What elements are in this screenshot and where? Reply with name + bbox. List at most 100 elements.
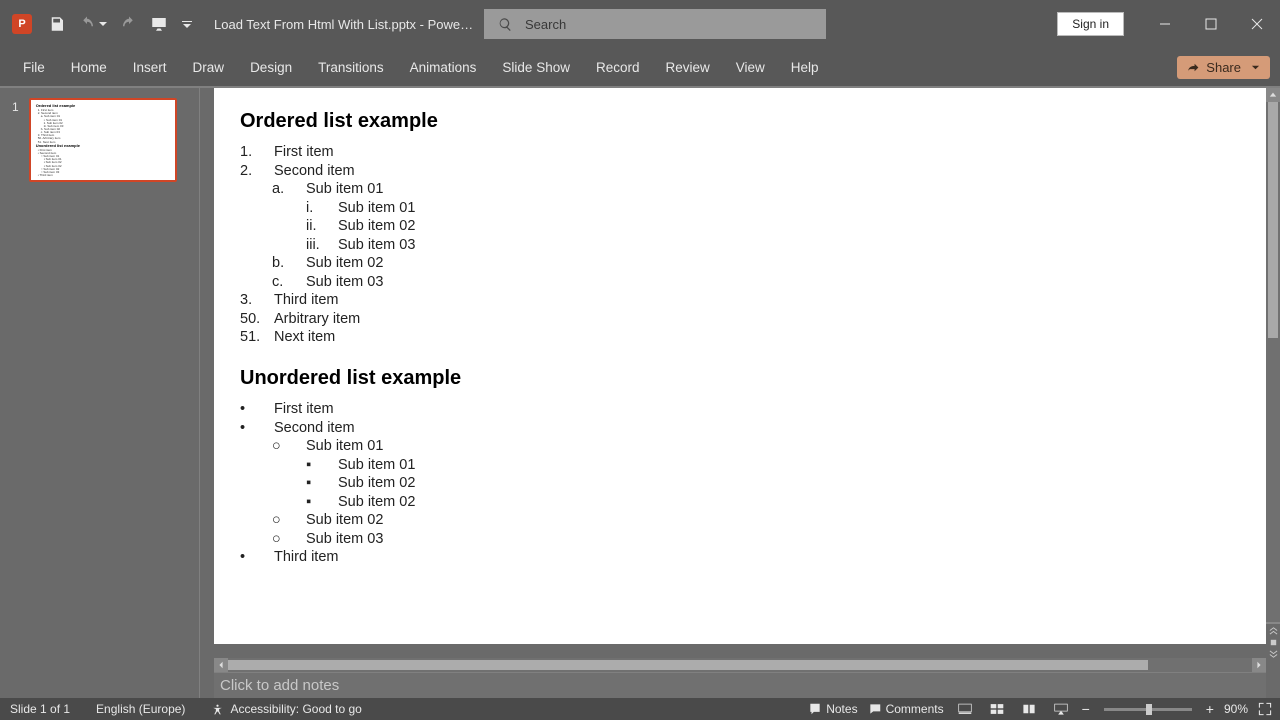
list-marker: 3. xyxy=(240,291,274,310)
close-icon xyxy=(1251,18,1263,30)
chevron-up-icon xyxy=(1269,91,1277,99)
notes-pane[interactable]: Click to add notes xyxy=(214,672,1266,698)
normal-view-button[interactable] xyxy=(954,700,976,718)
scroll-left-button[interactable] xyxy=(214,658,228,672)
undo-dropdown-icon[interactable] xyxy=(98,19,108,29)
language-indicator[interactable]: English (Europe) xyxy=(96,702,185,716)
next-slide-button[interactable] xyxy=(1266,648,1280,660)
fit-to-window-icon[interactable] xyxy=(1258,702,1272,716)
list-item[interactable]: ○Sub item 01 xyxy=(240,437,1240,456)
tab-design[interactable]: Design xyxy=(237,48,305,86)
comments-button[interactable]: Comments xyxy=(868,702,944,716)
normal-view-icon xyxy=(958,702,972,716)
heading-ordered[interactable]: Ordered list example xyxy=(240,110,1240,133)
tab-transitions[interactable]: Transitions xyxy=(305,48,397,86)
list-marker: ▪ xyxy=(306,456,338,475)
zoom-in-button[interactable]: + xyxy=(1206,701,1214,717)
scroll-right-button[interactable] xyxy=(1252,658,1266,672)
work-area: 1 Ordered list example 1. First item2. S… xyxy=(0,88,1280,698)
slide-thumbnail-1[interactable]: 1 Ordered list example 1. First item2. S… xyxy=(12,98,187,182)
share-button[interactable]: Share xyxy=(1177,56,1270,79)
zoom-slider-handle[interactable] xyxy=(1146,704,1152,715)
tab-animations[interactable]: Animations xyxy=(397,48,490,86)
ribbon-tabs: FileHomeInsertDrawDesignTransitionsAnima… xyxy=(0,48,1280,86)
thumbnail-pane[interactable]: 1 Ordered list example 1. First item2. S… xyxy=(0,88,200,698)
tab-home[interactable]: Home xyxy=(58,48,120,86)
tab-help[interactable]: Help xyxy=(778,48,832,86)
list-text: Sub item 02 xyxy=(306,511,383,530)
share-icon xyxy=(1187,61,1200,74)
list-item[interactable]: •Third item xyxy=(240,548,1240,567)
list-item[interactable]: 51.Next item xyxy=(240,328,1240,347)
tab-view[interactable]: View xyxy=(723,48,778,86)
close-button[interactable] xyxy=(1234,9,1280,39)
list-item[interactable]: •Second item xyxy=(240,419,1240,438)
tab-draw[interactable]: Draw xyxy=(180,48,238,86)
slide-canvas[interactable]: Ordered list example 1.First item2.Secon… xyxy=(214,88,1266,644)
list-item[interactable]: 1.First item xyxy=(240,143,1240,162)
list-item[interactable]: i.Sub item 01 xyxy=(240,199,1240,218)
tab-file[interactable]: File xyxy=(10,48,58,86)
list-item[interactable]: ▪Sub item 01 xyxy=(240,456,1240,475)
list-item[interactable]: 50.Arbitrary item xyxy=(240,310,1240,329)
notes-placeholder: Click to add notes xyxy=(220,677,339,694)
accessibility-icon xyxy=(211,703,224,716)
tab-slide-show[interactable]: Slide Show xyxy=(489,48,583,86)
list-item[interactable]: ○Sub item 03 xyxy=(240,530,1240,549)
horizontal-scrollbar[interactable] xyxy=(214,658,1266,672)
undo-icon[interactable] xyxy=(78,15,96,33)
slide-sorter-button[interactable] xyxy=(986,700,1008,718)
tab-record[interactable]: Record xyxy=(583,48,653,86)
list-item[interactable]: 3.Third item xyxy=(240,291,1240,310)
list-text: Sub item 01 xyxy=(306,180,383,199)
tab-insert[interactable]: Insert xyxy=(120,48,180,86)
nav-menu-button[interactable] xyxy=(1266,636,1280,648)
hscroll-track[interactable] xyxy=(228,658,1252,672)
accessibility-indicator[interactable]: Accessibility: Good to go xyxy=(211,702,361,716)
zoom-level[interactable]: 90% xyxy=(1224,702,1248,716)
hscroll-thumb[interactable] xyxy=(228,660,1148,670)
search-placeholder: Search xyxy=(525,17,566,32)
tab-review[interactable]: Review xyxy=(653,48,723,86)
slide-indicator[interactable]: Slide 1 of 1 xyxy=(10,702,70,716)
heading-unordered[interactable]: Unordered list example xyxy=(240,367,1240,390)
list-item[interactable]: •First item xyxy=(240,400,1240,419)
slide-edit-area: Ordered list example 1.First item2.Secon… xyxy=(200,88,1280,698)
list-item[interactable]: 2.Second item xyxy=(240,162,1240,181)
list-item[interactable]: a.Sub item 01 xyxy=(240,180,1240,199)
qat-customize-icon[interactable] xyxy=(182,19,192,29)
slide-viewport[interactable]: Ordered list example 1.First item2.Secon… xyxy=(214,88,1266,658)
list-item[interactable]: iii.Sub item 03 xyxy=(240,236,1240,255)
slideshow-button[interactable] xyxy=(1050,700,1072,718)
list-text: Third item xyxy=(274,548,338,567)
list-item[interactable]: ▪Sub item 02 xyxy=(240,474,1240,493)
save-icon[interactable] xyxy=(48,15,66,33)
zoom-slider[interactable] xyxy=(1104,708,1192,711)
list-marker: ▪ xyxy=(306,474,338,493)
reading-view-button[interactable] xyxy=(1018,700,1040,718)
vertical-scrollbar[interactable] xyxy=(1266,88,1280,636)
scroll-up-button[interactable] xyxy=(1266,88,1280,102)
list-item[interactable]: b.Sub item 02 xyxy=(240,254,1240,273)
list-item[interactable]: ○Sub item 02 xyxy=(240,511,1240,530)
sign-in-button[interactable]: Sign in xyxy=(1057,12,1124,36)
notes-button[interactable]: Notes xyxy=(808,702,857,716)
vscroll-thumb[interactable] xyxy=(1268,102,1278,338)
vertical-ruler xyxy=(200,88,208,698)
redo-icon[interactable] xyxy=(120,15,138,33)
vscroll-track[interactable] xyxy=(1266,102,1280,622)
list-item[interactable]: ▪Sub item 02 xyxy=(240,493,1240,512)
thumbnail-preview[interactable]: Ordered list example 1. First item2. Sec… xyxy=(29,98,177,182)
prev-slide-button[interactable] xyxy=(1266,624,1280,636)
maximize-button[interactable] xyxy=(1188,9,1234,39)
list-item[interactable]: c.Sub item 03 xyxy=(240,273,1240,292)
list-item[interactable]: ii.Sub item 02 xyxy=(240,217,1240,236)
list-text: Next item xyxy=(274,328,335,347)
undo-group[interactable] xyxy=(78,15,108,33)
slideshow-from-start-icon[interactable] xyxy=(150,15,168,33)
list-marker: 51. xyxy=(240,328,274,347)
zoom-out-button[interactable]: − xyxy=(1082,701,1090,717)
list-text: First item xyxy=(274,143,334,162)
search-box[interactable]: Search xyxy=(484,9,826,39)
minimize-button[interactable] xyxy=(1142,9,1188,39)
